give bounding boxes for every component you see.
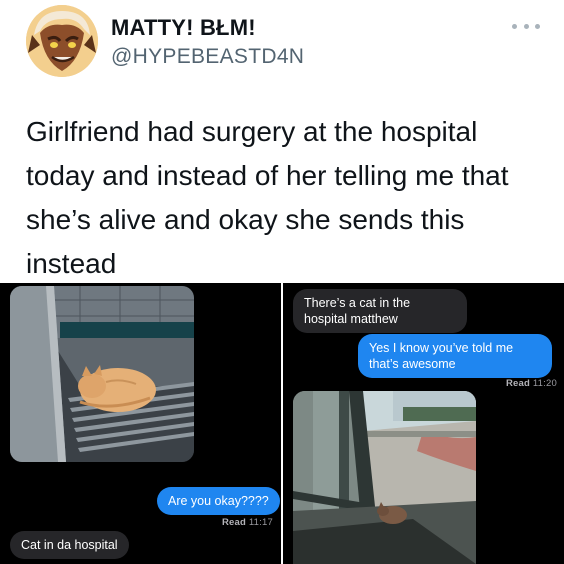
avatar[interactable] xyxy=(26,5,98,77)
read-receipt-label: Read xyxy=(506,378,531,389)
read-receipt-label: Read xyxy=(222,517,247,528)
received-message-bubble[interactable]: Cat in da hospital xyxy=(10,531,129,559)
cat-on-floor-photo[interactable] xyxy=(10,286,194,462)
more-horizontal-icon[interactable] xyxy=(512,20,540,32)
read-receipt-time: 11:20 xyxy=(532,378,557,389)
dot xyxy=(512,23,517,29)
cat-by-window-photo[interactable] xyxy=(293,391,476,564)
display-name[interactable]: MATTY! BŁM! xyxy=(111,15,256,41)
read-receipt: Read 11:17 xyxy=(222,517,273,528)
dot xyxy=(535,23,540,29)
read-receipt-time: 11:17 xyxy=(248,517,273,528)
sent-message-bubble[interactable]: Are you okay???? xyxy=(157,487,280,515)
received-message-bubble[interactable]: There’s a cat in the hospital matthew xyxy=(293,289,467,333)
dot xyxy=(523,23,529,29)
user-handle[interactable]: @HYPEBEASTD4N xyxy=(111,45,304,69)
avatar-image xyxy=(26,5,98,77)
read-receipt: Read 11:20 xyxy=(506,378,557,389)
tweet-text: Girlfriend had surgery at the hospital t… xyxy=(26,116,509,279)
right-conversation-screenshot[interactable]: There’s a cat in the hospital matthew Ye… xyxy=(283,283,564,564)
sent-message-bubble[interactable]: Yes I know you’ve told me that’s awesome xyxy=(358,334,552,378)
left-conversation-screenshot[interactable]: Are you okay???? Read 11:17 Cat in da ho… xyxy=(0,283,281,564)
